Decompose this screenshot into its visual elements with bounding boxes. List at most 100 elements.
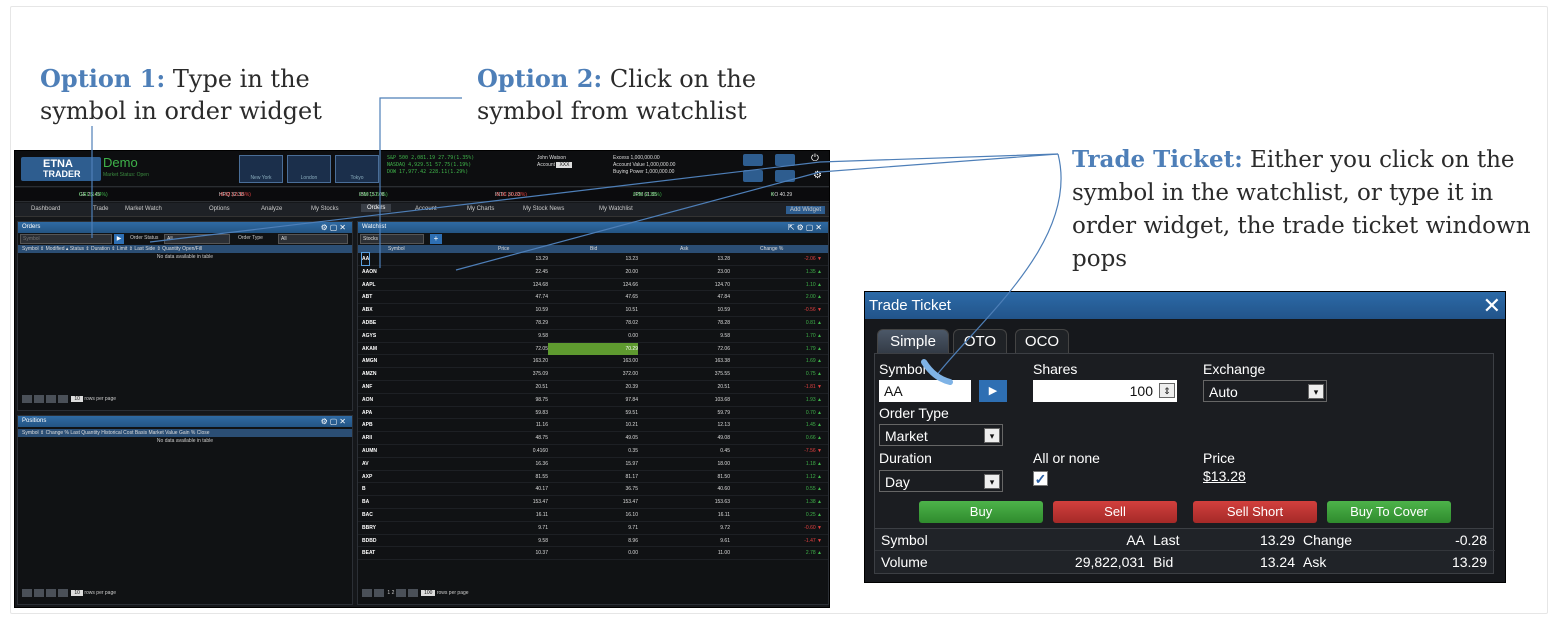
tab-oco[interactable]: OCO <box>1015 329 1069 353</box>
watchlist-row[interactable]: AAPL 124.68 124.66 124.70 1.10 ▲ <box>358 279 828 292</box>
col-change-pct[interactable]: Change % <box>760 245 783 253</box>
panel-controls[interactable]: ⇱⚙▢✕ <box>788 222 824 233</box>
add-widget-button[interactable]: Add Widget <box>785 206 825 214</box>
watchlist-row[interactable]: ADBE 78.29 78.02 78.28 0.81 ▲ <box>358 317 828 330</box>
account-select[interactable]: XXX <box>556 162 573 168</box>
watchlist-row[interactable]: AA 13.29 13.23 13.28 -2.06 ▼ <box>358 252 828 266</box>
order-type-label: Order Type <box>238 235 263 241</box>
rows-per-page-select[interactable]: 10 <box>71 396 83 402</box>
watchlist-ask: 59.79 <box>717 409 730 416</box>
watchlist-row[interactable]: AON 98.75 97.84 103.68 1.93 ▲ <box>358 394 828 407</box>
add-symbol-icon[interactable]: + <box>430 234 442 244</box>
symbol-go-button[interactable]: ▶ <box>114 234 124 244</box>
watchlist-row[interactable]: APB 11.16 10.21 12.13 1.45 ▲ <box>358 419 828 433</box>
positions-table-header[interactable]: Symbol ⇕ Change % Last Quantity Historic… <box>18 429 352 437</box>
rows-per-page-select[interactable]: 100 <box>421 590 436 596</box>
first-page-icon[interactable] <box>362 588 372 597</box>
watchlist-row[interactable]: BBRY 9.71 9.71 9.72 -0.60 ▼ <box>358 522 828 535</box>
last-page-icon[interactable] <box>407 588 418 597</box>
shares-stepper-icon[interactable]: ⇕ <box>1159 383 1175 398</box>
index-sp500: S&P 500 2,081.19 27.79(1.35%) <box>387 155 475 161</box>
settings-icon[interactable]: ⚙ <box>813 170 822 181</box>
flag-icon[interactable] <box>775 154 795 166</box>
watchlist-row[interactable]: AUMN 0.4160 0.35 0.45 -7.56 ▼ <box>358 445 828 458</box>
tab-account[interactable]: Account <box>415 206 437 212</box>
first-page-icon[interactable] <box>22 588 32 597</box>
watchlist-row[interactable]: AGYS 9.58 0.00 9.58 1.70 ▲ <box>358 330 828 343</box>
quote-ask-label: Ask <box>1303 554 1327 570</box>
alert-icon[interactable] <box>743 170 763 182</box>
page-2[interactable]: 2 <box>392 590 395 596</box>
watchlist-row[interactable]: BDBD 9.58 8.96 9.61 -1.47 ▼ <box>358 535 828 548</box>
save-icon[interactable] <box>775 170 795 182</box>
sell-short-button[interactable]: Sell Short <box>1193 501 1317 523</box>
panel-controls[interactable]: ⚙▢✕ <box>321 416 348 427</box>
tab-analyze[interactable]: Analyze <box>261 206 282 212</box>
watchlist-row[interactable]: APA 59.83 59.51 59.79 0.70 ▲ <box>358 407 828 420</box>
tab-my-charts[interactable]: My Charts <box>467 206 494 212</box>
order-type-select[interactable]: Market ▾ <box>879 424 1003 446</box>
next-page-icon[interactable] <box>46 394 56 403</box>
tab-market-watch[interactable]: Market Watch <box>125 206 162 212</box>
close-icon[interactable]: ✕ <box>1483 292 1501 319</box>
tab-my-watchlist[interactable]: My Watchlist <box>599 206 633 212</box>
orders-table-header[interactable]: Symbol ⇕ Modified ▴ Status ⇕ Duration ⇕ … <box>18 245 352 253</box>
last-page-icon[interactable] <box>58 588 68 597</box>
col-bid[interactable]: Bid <box>590 245 597 253</box>
prev-page-icon[interactable] <box>34 394 44 403</box>
watchlist-row[interactable]: AKAM 72.05 70.29 72.06 1.79 ▲ <box>358 342 828 356</box>
next-page-icon[interactable] <box>395 588 406 597</box>
watchlist-row[interactable]: ARII 48.75 49.05 49.08 0.66 ▲ <box>358 432 828 445</box>
chat-icon[interactable] <box>743 154 763 166</box>
col-ask[interactable]: Ask <box>680 245 688 253</box>
first-page-icon[interactable] <box>22 394 32 403</box>
buy-button[interactable]: Buy <box>919 501 1043 523</box>
tab-dashboard[interactable]: Dashboard <box>31 206 60 212</box>
symbol-submit-icon[interactable]: ▶ <box>979 380 1007 402</box>
chevron-down-icon[interactable]: ▾ <box>1308 384 1324 399</box>
watchlist-row[interactable]: BAC 16.11 16.10 16.11 0.25 ▲ <box>358 509 828 522</box>
watchlist-row[interactable]: ABT 47.74 47.65 47.84 2.00 ▲ <box>358 291 828 305</box>
watchlist-select[interactable]: Stocks <box>360 234 424 244</box>
page-1[interactable]: 1 <box>387 590 390 596</box>
tab-simple[interactable]: Simple <box>877 329 949 353</box>
all-or-none-checkbox[interactable]: ✓ <box>1033 471 1048 486</box>
last-page-icon[interactable] <box>58 394 68 403</box>
col-symbol[interactable]: Symbol <box>388 245 405 253</box>
exchange-select[interactable]: Auto ▾ <box>1203 380 1327 402</box>
watchlist-row[interactable]: B 40.17 36.75 40.60 0.55 ▲ <box>358 483 828 497</box>
price-value[interactable]: $13.28 <box>1203 468 1246 484</box>
buy-to-cover-button[interactable]: Buy To Cover <box>1327 501 1451 523</box>
order-type-select[interactable]: All <box>278 234 348 244</box>
prev-page-icon[interactable] <box>374 588 384 597</box>
tab-my-stock-news[interactable]: My Stock News <box>523 206 564 212</box>
shares-field[interactable]: 100 ⇕ <box>1033 380 1177 402</box>
watchlist-row[interactable]: AMZN 375.09 372.00 375.55 0.75 ▲ <box>358 368 828 381</box>
symbol-field[interactable]: AA <box>879 380 971 402</box>
tab-trade[interactable]: Trade <box>93 206 108 212</box>
panel-controls[interactable]: ⚙▢✕ <box>321 222 348 233</box>
duration-select[interactable]: Day ▾ <box>879 470 1003 492</box>
power-icon[interactable]: ⏻ <box>811 153 819 164</box>
watchlist-row[interactable]: ABX 10.59 10.51 10.59 -0.56 ▼ <box>358 304 828 317</box>
tab-options[interactable]: Options <box>209 206 230 212</box>
prev-page-icon[interactable] <box>34 588 44 597</box>
watchlist-row[interactable]: AXP 81.55 81.17 81.50 1.12 ▲ <box>358 471 828 484</box>
watchlist-row[interactable]: AAON 22.45 20.00 23.00 1.35 ▲ <box>358 266 828 279</box>
tab-my-stocks[interactable]: My Stocks <box>311 206 339 212</box>
watchlist-row[interactable]: BEAT 10.37 0.00 11.00 2.78 ▲ <box>358 547 828 561</box>
watchlist-row[interactable]: BA 153.47 153.47 153.63 1.38 ▲ <box>358 496 828 509</box>
watchlist-row[interactable]: ANF 20.51 20.39 20.51 -1.81 ▼ <box>358 381 828 394</box>
rows-per-page-select[interactable]: 10 <box>71 590 83 596</box>
sell-button[interactable]: Sell <box>1053 501 1177 523</box>
col-price[interactable]: Price <box>498 245 509 253</box>
symbol-input[interactable] <box>20 234 112 244</box>
chevron-down-icon[interactable]: ▾ <box>984 474 1000 489</box>
order-status-select[interactable]: All <box>164 234 230 244</box>
watchlist-row[interactable]: AMGN 163.20 163.00 163.38 1.69 ▲ <box>358 355 828 369</box>
chevron-down-icon[interactable]: ▾ <box>984 428 1000 443</box>
next-page-icon[interactable] <box>46 588 56 597</box>
tab-orders[interactable]: Orders <box>361 204 392 212</box>
tab-oto[interactable]: OTO <box>953 329 1007 353</box>
watchlist-row[interactable]: AV 16.36 15.97 18.00 1.18 ▲ <box>358 458 828 471</box>
